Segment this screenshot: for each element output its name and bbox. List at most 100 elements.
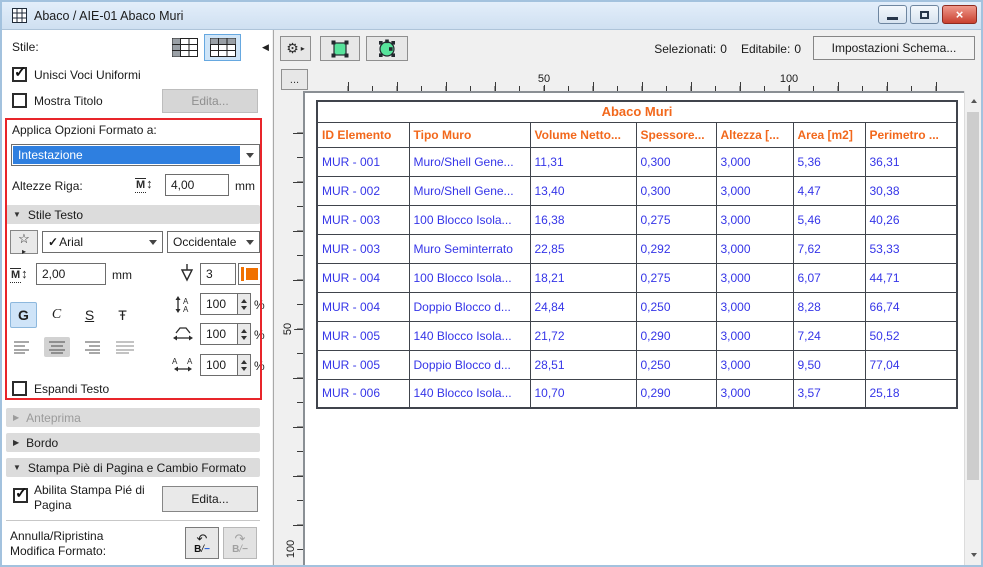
table-cell[interactable]: 0,250	[636, 350, 716, 379]
column-header[interactable]: Area [m2]	[793, 122, 865, 147]
titlebar[interactable]: Abaco / AIE-01 Abaco Muri ×	[2, 2, 981, 30]
height-factor-input[interactable]: 100	[200, 293, 238, 315]
table-cell[interactable]: Muro/Shell Gene...	[409, 147, 530, 176]
table-cell[interactable]: 0,300	[636, 176, 716, 205]
vertical-scrollbar[interactable]	[964, 91, 981, 565]
abilita-stampa-checkbox[interactable]: ✓	[13, 488, 28, 503]
table-cell[interactable]: 16,38	[530, 205, 636, 234]
table-cell[interactable]: 6,07	[793, 263, 865, 292]
preview-settings-button[interactable]: ⚙ ▸	[280, 36, 311, 61]
table-cell[interactable]: 22,85	[530, 234, 636, 263]
edita-pie-pagina-button[interactable]: Edita...	[162, 486, 258, 512]
formato-target-dropdown[interactable]: Intestazione	[11, 144, 260, 166]
table-cell[interactable]: Muro/Shell Gene...	[409, 176, 530, 205]
width-factor-input[interactable]: 100	[200, 323, 238, 345]
table-cell[interactable]: 0,290	[636, 379, 716, 408]
spacing-factor-input[interactable]: 100	[200, 354, 238, 376]
italic-button[interactable]: C	[43, 302, 70, 328]
table-cell[interactable]: 3,000	[716, 350, 793, 379]
table-cell[interactable]: 77,04	[865, 350, 957, 379]
table-cell[interactable]: 21,72	[530, 321, 636, 350]
stile-testo-section-header[interactable]: ▼ Stile Testo	[6, 205, 260, 224]
pen-color-button[interactable]	[238, 263, 261, 285]
table-cell[interactable]: 4,47	[793, 176, 865, 205]
table-cell[interactable]: 24,84	[530, 292, 636, 321]
pen-number-input[interactable]: 3	[200, 263, 236, 285]
table-cell[interactable]: 3,000	[716, 176, 793, 205]
table-cell[interactable]: 36,31	[865, 147, 957, 176]
width-factor-spinner[interactable]	[238, 323, 251, 345]
table-cell[interactable]: 66,74	[865, 292, 957, 321]
table-cell[interactable]: 3,000	[716, 263, 793, 292]
table-cell[interactable]: 5,36	[793, 147, 865, 176]
select-element-button[interactable]	[366, 36, 408, 61]
table-cell[interactable]: 0,290	[636, 321, 716, 350]
table-cell[interactable]: 0,292	[636, 234, 716, 263]
redo-format-button[interactable]: ↷ B/−	[223, 527, 257, 559]
minimize-button[interactable]	[878, 5, 907, 24]
scroll-down-button[interactable]	[965, 548, 982, 565]
table-cell[interactable]: 44,71	[865, 263, 957, 292]
table-cell[interactable]: 7,62	[793, 234, 865, 263]
horizontal-ruler[interactable]: 50 100	[312, 69, 955, 91]
align-center-button[interactable]	[44, 337, 70, 357]
impostazioni-schema-button[interactable]: Impostazioni Schema...	[813, 36, 975, 60]
style-rowheader-button[interactable]	[167, 34, 202, 61]
collapse-panel-arrow-icon[interactable]: ◀	[262, 42, 269, 53]
table-cell[interactable]: 30,38	[865, 176, 957, 205]
table-cell[interactable]: MUR - 005	[317, 350, 409, 379]
table-cell[interactable]: 3,000	[716, 147, 793, 176]
espandi-testo-checkbox[interactable]	[12, 381, 27, 396]
select-area-button[interactable]	[320, 36, 360, 61]
column-header[interactable]: Altezza [...	[716, 122, 793, 147]
table-cell[interactable]: 3,000	[716, 234, 793, 263]
bold-button[interactable]: G	[10, 302, 37, 328]
column-header[interactable]: Tipo Muro	[409, 122, 530, 147]
table-cell[interactable]: MUR - 003	[317, 234, 409, 263]
align-justify-button[interactable]	[112, 337, 138, 357]
table-cell[interactable]: 140 Blocco Isola...	[409, 379, 530, 408]
table-cell[interactable]: 8,28	[793, 292, 865, 321]
table-cell[interactable]: 0,300	[636, 147, 716, 176]
table-cell[interactable]: 9,50	[793, 350, 865, 379]
anteprima-section-header[interactable]: ▶ Anteprima	[6, 408, 260, 427]
table-cell[interactable]: 140 Blocco Isola...	[409, 321, 530, 350]
table-cell[interactable]: MUR - 005	[317, 321, 409, 350]
table-cell[interactable]: 5,46	[793, 205, 865, 234]
unisci-checkbox[interactable]: ✓	[12, 67, 27, 82]
table-cell[interactable]: Doppio Blocco d...	[409, 292, 530, 321]
table-cell[interactable]: 10,70	[530, 379, 636, 408]
encoding-dropdown[interactable]: Occidentale	[167, 231, 260, 253]
table-cell[interactable]: 3,000	[716, 205, 793, 234]
altezze-riga-input[interactable]: 4,00	[165, 174, 229, 196]
spacing-factor-spinner[interactable]	[238, 354, 251, 376]
maximize-button[interactable]	[910, 5, 939, 24]
table-cell[interactable]: 3,000	[716, 379, 793, 408]
style-colheader-button[interactable]	[204, 34, 241, 61]
height-factor-spinner[interactable]	[238, 293, 251, 315]
table-cell[interactable]: 7,24	[793, 321, 865, 350]
table-cell[interactable]: 0,250	[636, 292, 716, 321]
scroll-up-button[interactable]	[965, 91, 982, 108]
table-cell[interactable]: 3,000	[716, 292, 793, 321]
column-header[interactable]: Perimetro ...	[865, 122, 957, 147]
table-cell[interactable]: MUR - 003	[317, 205, 409, 234]
favorites-button[interactable]: ☆▸	[10, 230, 38, 254]
table-cell[interactable]: 25,18	[865, 379, 957, 408]
bordo-section-header[interactable]: ▶ Bordo	[6, 433, 260, 452]
table-cell[interactable]: 11,31	[530, 147, 636, 176]
text-height-input[interactable]: 2,00	[36, 263, 106, 285]
mostra-titolo-checkbox[interactable]	[12, 93, 27, 108]
column-header[interactable]: Volume Netto...	[530, 122, 636, 147]
table-cell[interactable]: 3,57	[793, 379, 865, 408]
ruler-options-button[interactable]: ...	[281, 69, 308, 90]
table-cell[interactable]: 53,33	[865, 234, 957, 263]
schedule-canvas[interactable]: Abaco MuriID ElementoTipo MuroVolume Net…	[303, 91, 964, 565]
column-header[interactable]: Spessore...	[636, 122, 716, 147]
align-left-button[interactable]	[10, 337, 36, 357]
vertical-ruler[interactable]: 50 100	[281, 91, 303, 565]
table-cell[interactable]: 100 Blocco Isola...	[409, 263, 530, 292]
scrollbar-thumb[interactable]	[967, 112, 979, 480]
underline-button[interactable]: S	[76, 302, 103, 328]
table-cell[interactable]: 0,275	[636, 263, 716, 292]
